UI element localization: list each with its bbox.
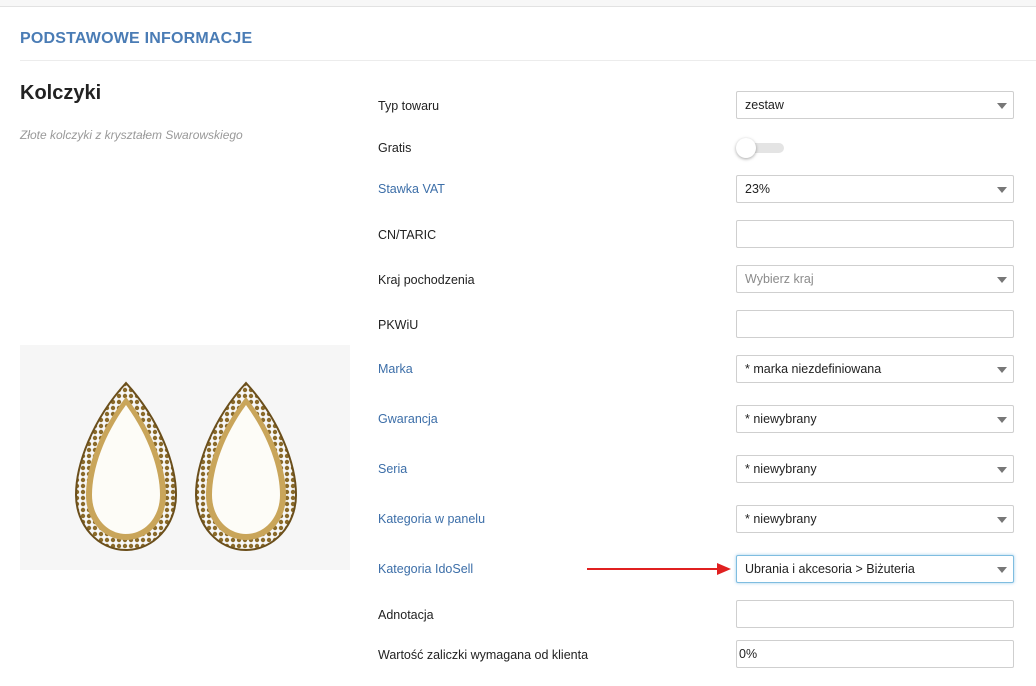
product-image [20,345,350,570]
chevron-down-icon [997,467,1007,473]
toggle-knob [736,138,756,158]
cn-taric-input[interactable] [736,220,1014,248]
label-kategoria-w-panelu[interactable]: Kategoria w panelu [378,512,485,526]
label-kraj-pochodzenia: Kraj pochodzenia [378,273,475,287]
product-description: Złote kolczyki z kryształem Swarowskiego [20,128,243,142]
label-typ-towaru: Typ towaru [378,99,440,113]
chevron-down-icon [997,417,1007,423]
seria-value: * niewybrany [745,462,817,476]
kategoria-idosell-select[interactable]: Ubrania i akcesoria > Biżuteria [736,555,1014,583]
typ-towaru-value: zestaw [745,98,784,112]
earring-right [194,381,298,552]
marka-select[interactable]: * marka niezdefiniowana [736,355,1014,383]
label-adnotacja: Adnotacja [378,608,434,622]
label-gwarancja[interactable]: Gwarancja [378,412,438,426]
gratis-toggle[interactable] [736,138,784,158]
chevron-down-icon [997,367,1007,373]
label-seria[interactable]: Seria [378,462,407,476]
chevron-down-icon [997,187,1007,193]
typ-towaru-select[interactable]: zestaw [736,91,1014,119]
top-bar [0,0,1036,7]
kategoria-w-panelu-value: * niewybrany [745,512,817,526]
red-arrow-icon [587,563,731,575]
chevron-down-icon [997,103,1007,109]
label-stawka-vat[interactable]: Stawka VAT [378,182,445,196]
gwarancja-select[interactable]: * niewybrany [736,405,1014,433]
kraj-pochodzenia-placeholder: Wybierz kraj [745,272,814,286]
label-cn-taric: CN/TARIC [378,228,437,242]
seria-select[interactable]: * niewybrany [736,455,1014,483]
product-name: Kolczyki [20,82,102,104]
chevron-down-icon [997,517,1007,523]
kraj-pochodzenia-select[interactable]: Wybierz kraj [736,265,1014,293]
chevron-down-icon [997,277,1007,283]
label-marka[interactable]: Marka [378,362,413,376]
label-gratis: Gratis [378,141,412,155]
section-divider [20,60,1036,61]
label-zaliczka: Wartość zaliczki wymagana od klienta [378,648,589,662]
gwarancja-value: * niewybrany [745,412,817,426]
kategoria-idosell-value: Ubrania i akcesoria > Biżuteria [745,562,915,576]
zaliczka-input[interactable]: 0% [736,640,1014,668]
pkwiu-input[interactable] [736,310,1014,338]
earrings-image [74,381,298,552]
section-title: PODSTAWOWE INFORMACJE [20,30,253,47]
stawka-vat-select[interactable]: 23% [736,175,1014,203]
marka-value: * marka niezdefiniowana [745,362,882,376]
chevron-down-icon [997,567,1007,573]
kategoria-w-panelu-select[interactable]: * niewybrany [736,505,1014,533]
adnotacja-input[interactable] [736,600,1014,628]
label-kategoria-idosell[interactable]: Kategoria IdoSell [378,562,473,576]
stawka-vat-value: 23% [745,182,771,196]
label-pkwiu: PKWiU [378,318,419,332]
earring-left [74,381,178,552]
